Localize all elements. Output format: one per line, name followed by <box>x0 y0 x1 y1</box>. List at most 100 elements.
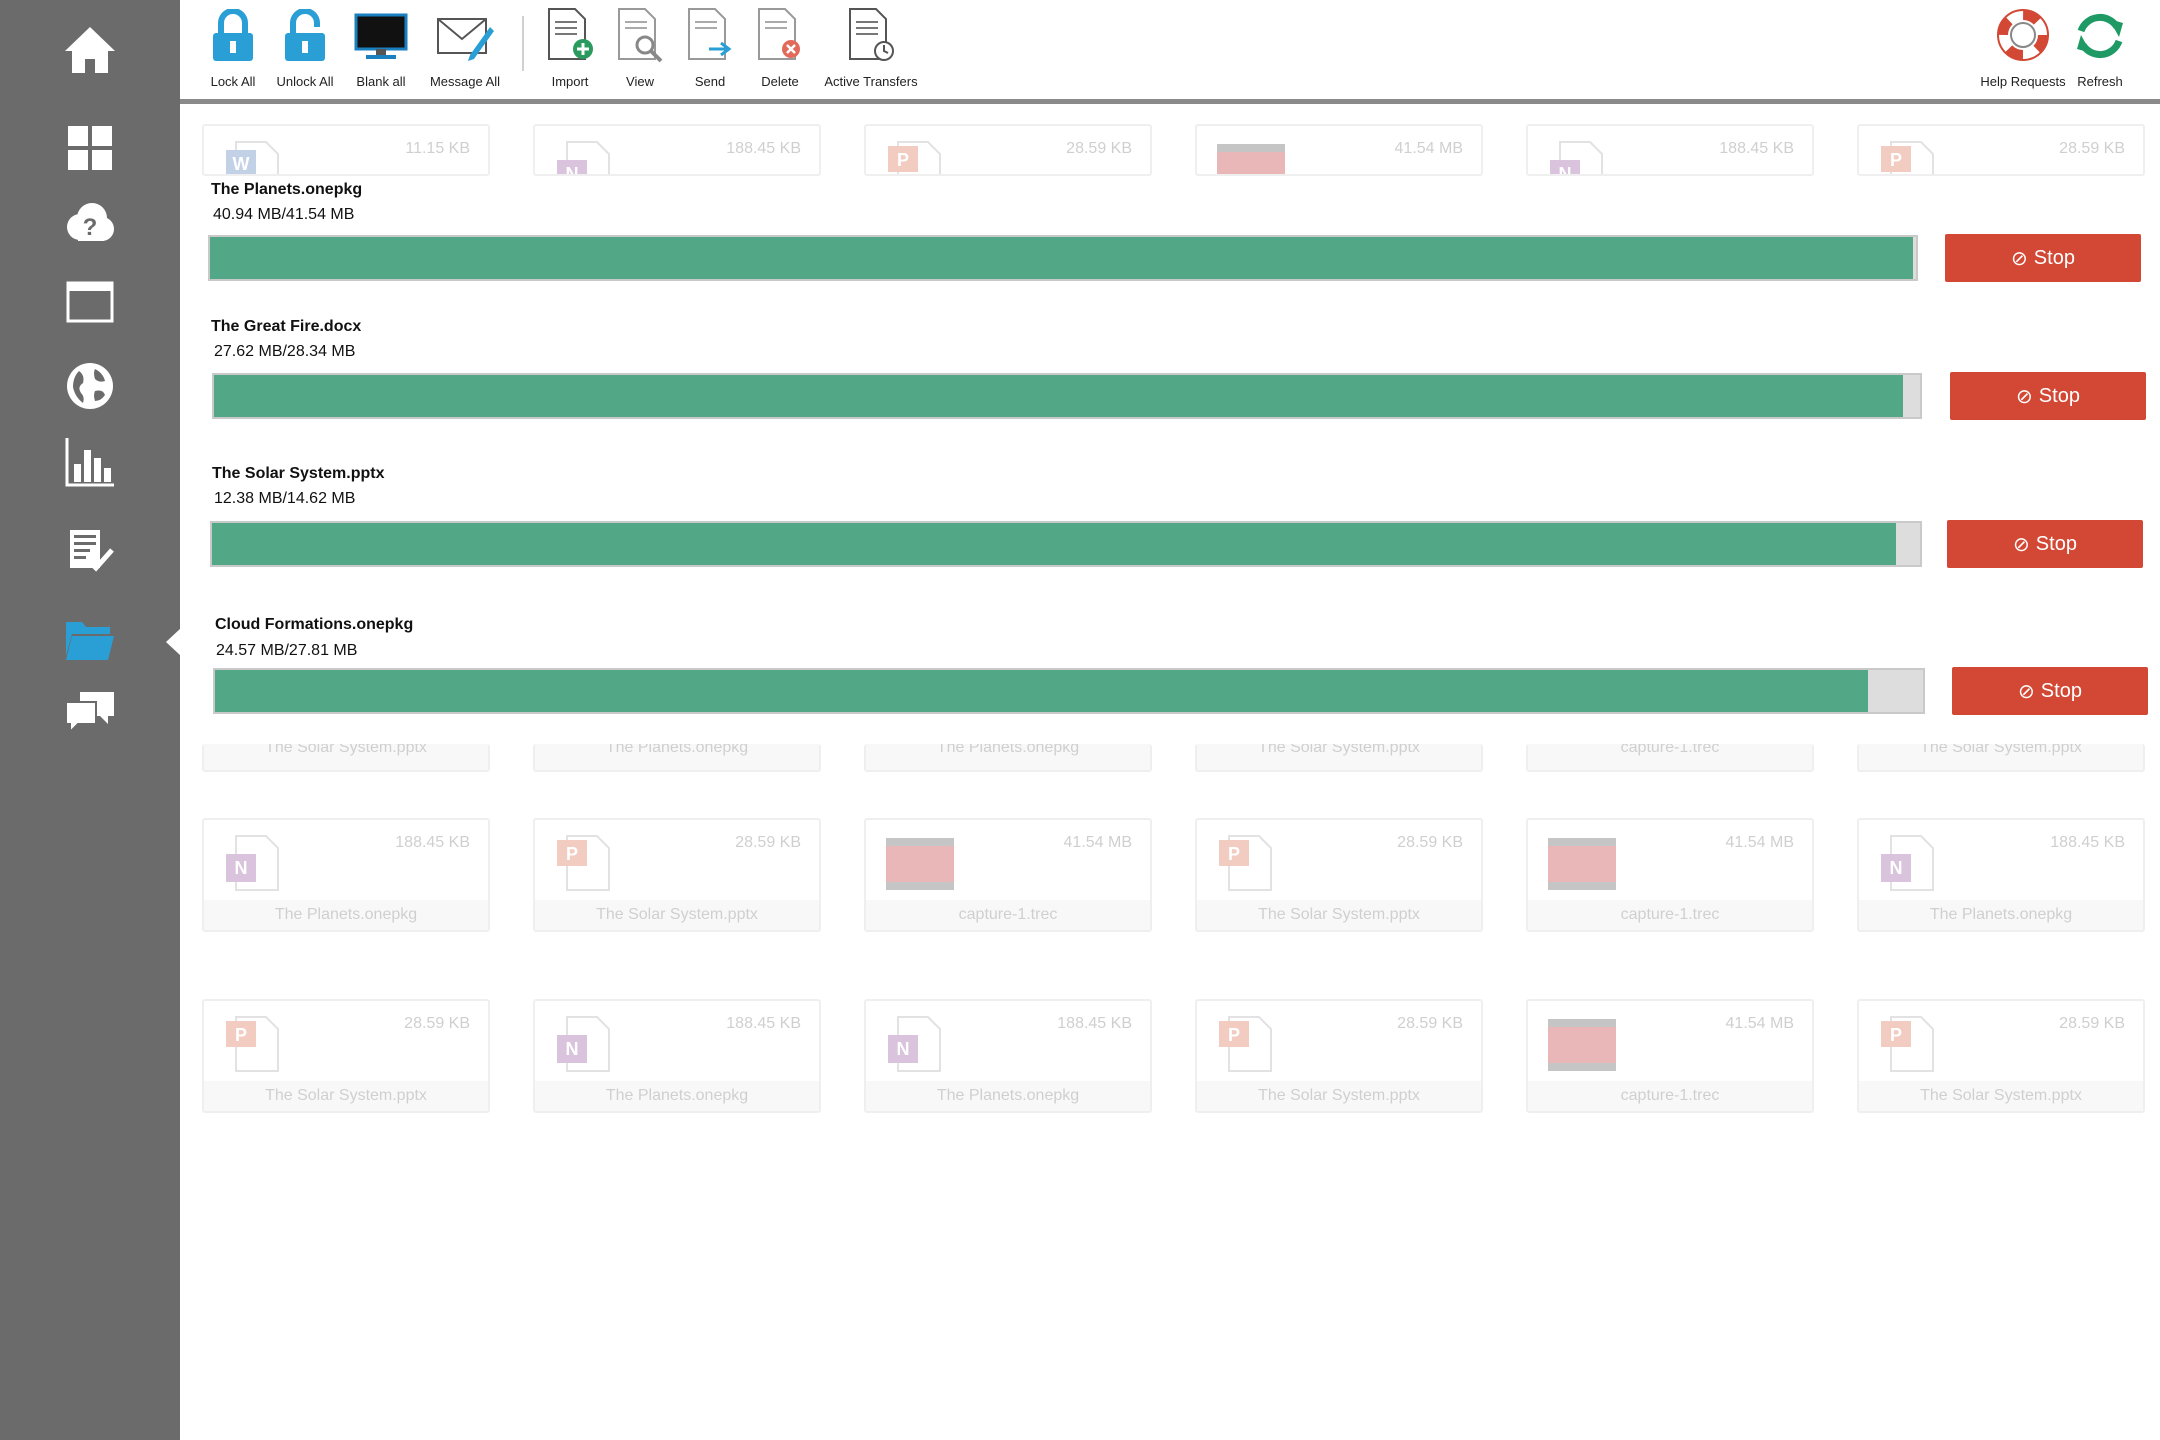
file-card[interactable]: N 188.45 KB The Planets.onepkg <box>533 999 821 1113</box>
home-icon[interactable] <box>60 20 120 80</box>
svg-text:P: P <box>1228 844 1240 864</box>
svg-text:P: P <box>235 1025 247 1045</box>
chart-icon[interactable] <box>60 432 120 492</box>
file-card[interactable]: P 28.59 KB The Solar System.pptx <box>533 818 821 932</box>
stop-button[interactable]: ⊘ Stop <box>1950 372 2146 420</box>
file-name: The Solar System.pptx <box>1197 744 1481 770</box>
message-all-button[interactable]: Message All <box>412 10 518 90</box>
file-name: capture-1.trec <box>1528 900 1812 930</box>
svg-text:N: N <box>1890 858 1903 878</box>
stop-label: Stop <box>2038 384 2080 407</box>
file-card[interactable]: N 188.45 KB The Planets.onepkg <box>864 999 1152 1113</box>
file-name: The Solar System.pptx <box>204 744 488 770</box>
file-card[interactable]: The Solar System.pptx <box>1195 744 1483 772</box>
file-card[interactable]: The Solar System.pptx <box>202 744 490 772</box>
file-name: capture-1.trec <box>866 900 1150 930</box>
refresh-button[interactable]: Refresh <box>2060 10 2140 90</box>
transfer-progress-text: 27.62 MB/28.34 MB <box>214 343 356 360</box>
progress-bar <box>210 521 1922 567</box>
file-card[interactable]: N 188.45 KB The Planets.onepkg <box>1857 818 2145 932</box>
file-size: 188.45 KB <box>2050 834 2125 851</box>
file-size: 41.54 MB <box>1725 834 1794 851</box>
svg-text:N: N <box>235 858 248 878</box>
view-button[interactable]: View <box>600 8 680 90</box>
stop-button[interactable]: ⊘ Stop <box>1952 667 2148 715</box>
file-name: The Planets.onepkg <box>866 744 1150 770</box>
stop-button[interactable]: ⊘ Stop <box>1947 520 2143 568</box>
stop-icon: ⊘ <box>2013 533 2030 556</box>
onenote-file-icon: N <box>1877 832 1939 899</box>
send-button[interactable]: Send <box>670 7 750 90</box>
toolbar: Lock All Unlock All Blank all Message Al… <box>180 0 2160 104</box>
view-label: View <box>626 74 654 89</box>
file-card[interactable]: capture-1.trec <box>1526 744 1814 772</box>
lock-icon <box>209 8 257 68</box>
file-card[interactable]: P 28.59 KB The Solar System.pptx <box>1195 999 1483 1113</box>
file-name: The Solar System.pptx <box>1197 1081 1481 1111</box>
powerpoint-file-icon: P <box>1877 1013 1939 1080</box>
active-transfers-icon <box>846 7 896 68</box>
help-cloud-icon[interactable]: ? <box>60 195 120 255</box>
stop-icon: ⊘ <box>2016 385 2033 408</box>
message-all-label: Message All <box>429 74 501 89</box>
file-name: The Solar System.pptx <box>1197 900 1481 930</box>
progress-fill <box>212 523 1897 565</box>
powerpoint-file-icon: P <box>222 1013 284 1080</box>
file-card[interactable]: The Solar System.pptx <box>1857 744 2145 772</box>
svg-text:P: P <box>1890 1025 1902 1045</box>
active-transfers-label: Active Transfers <box>824 74 918 89</box>
file-name: The Solar System.pptx <box>535 900 819 930</box>
stop-button[interactable]: ⊘ Stop <box>1945 234 2141 282</box>
active-transfers-button[interactable]: Active Transfers <box>816 7 926 90</box>
powerpoint-file-icon: P <box>1215 1013 1277 1080</box>
file-name: capture-1.trec <box>1528 744 1812 770</box>
file-name: The Solar System.pptx <box>1859 1081 2143 1111</box>
progress-bar <box>213 668 1925 714</box>
file-name: The Solar System.pptx <box>204 1081 488 1111</box>
checklist-icon[interactable] <box>60 520 120 580</box>
powerpoint-file-icon: P <box>1215 832 1277 899</box>
file-card[interactable]: The Planets.onepkg <box>864 744 1152 772</box>
dashboard-icon[interactable] <box>60 118 120 178</box>
file-card[interactable]: P 28.59 KB The Solar System.pptx <box>1195 818 1483 932</box>
file-card[interactable]: 41.54 MB capture-1.trec <box>1526 999 1814 1113</box>
powerpoint-file-icon: P <box>553 832 615 899</box>
delete-icon <box>755 7 805 68</box>
send-icon <box>685 7 735 68</box>
monitor-icon <box>354 13 408 68</box>
import-button[interactable]: Import <box>530 8 610 90</box>
svg-text:P: P <box>566 844 578 864</box>
stop-icon: ⊘ <box>2011 247 2028 270</box>
globe-icon[interactable] <box>60 356 120 416</box>
file-card[interactable]: N 188.45 KB The Planets.onepkg <box>202 818 490 932</box>
chat-icon[interactable] <box>60 682 120 742</box>
stop-icon: ⊘ <box>2018 680 2035 703</box>
active-transfers-panel: The Planets.onepkg 40.94 MB/41.54 MB ⊘ St… <box>180 104 2160 744</box>
send-label: Send <box>694 74 726 89</box>
import-label: Import <box>551 74 589 89</box>
onenote-file-icon: N <box>222 832 284 899</box>
progress-fill <box>215 670 1869 712</box>
video-file-icon <box>884 832 956 899</box>
file-name: The Solar System.pptx <box>1859 744 2143 770</box>
file-size: 28.59 KB <box>404 1015 470 1032</box>
svg-text:N: N <box>897 1039 910 1059</box>
refresh-icon <box>2073 9 2127 68</box>
delete-button[interactable]: Delete <box>740 7 820 90</box>
file-name: The Planets.onepkg <box>204 900 488 930</box>
file-name: The Planets.onepkg <box>535 744 819 770</box>
stop-label: Stop <box>2040 679 2082 702</box>
onenote-file-icon: N <box>884 1013 946 1080</box>
svg-text:P: P <box>1228 1025 1240 1045</box>
progress-fill <box>214 375 1903 417</box>
file-card[interactable]: P 28.59 KB The Solar System.pptx <box>1857 999 2145 1113</box>
unlock-icon <box>281 8 329 68</box>
file-size: 188.45 KB <box>395 834 470 851</box>
file-card[interactable]: 41.54 MB capture-1.trec <box>864 818 1152 932</box>
file-card[interactable]: 41.54 MB capture-1.trec <box>1526 818 1814 932</box>
window-icon[interactable] <box>60 272 120 332</box>
file-name: The Planets.onepkg <box>1859 900 2143 930</box>
file-card[interactable]: P 28.59 KB The Solar System.pptx <box>202 999 490 1113</box>
folder-icon[interactable] <box>60 610 120 670</box>
file-card[interactable]: The Planets.onepkg <box>533 744 821 772</box>
